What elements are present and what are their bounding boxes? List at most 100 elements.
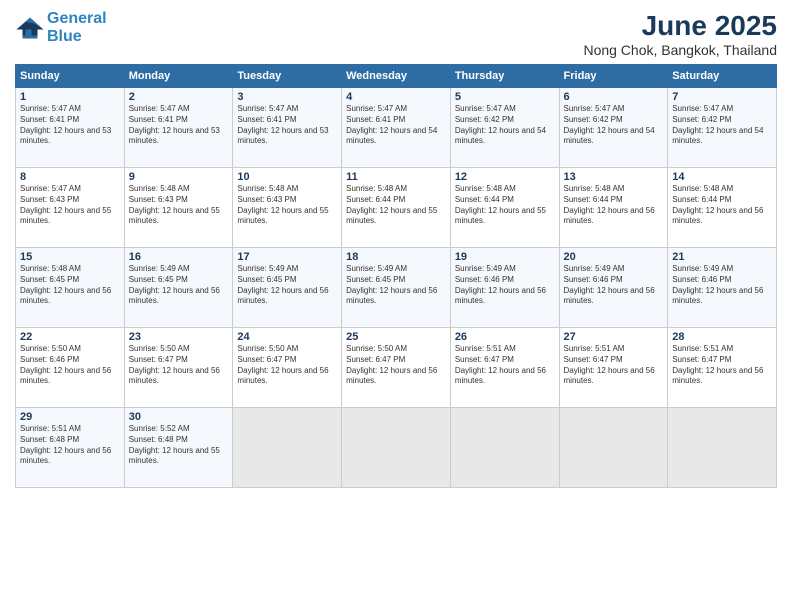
day-number: 7 (672, 91, 772, 103)
calendar-week-row: 15Sunrise: 5:48 AMSunset: 6:45 PMDayligh… (16, 248, 777, 328)
day-info: Sunrise: 5:49 AMSunset: 6:46 PMDaylight:… (672, 264, 772, 307)
title-block: June 2025 Nong Chok, Bangkok, Thailand (583, 10, 777, 58)
calendar-day-cell: 2Sunrise: 5:47 AMSunset: 6:41 PMDaylight… (124, 88, 233, 168)
calendar-day-cell: 16Sunrise: 5:49 AMSunset: 6:45 PMDayligh… (124, 248, 233, 328)
calendar-day-cell (342, 408, 451, 488)
calendar-day-cell: 28Sunrise: 5:51 AMSunset: 6:47 PMDayligh… (668, 328, 777, 408)
day-info: Sunrise: 5:50 AMSunset: 6:47 PMDaylight:… (346, 344, 446, 387)
day-number: 20 (564, 251, 664, 263)
day-number: 23 (129, 331, 229, 343)
day-info: Sunrise: 5:49 AMSunset: 6:45 PMDaylight:… (129, 264, 229, 307)
calendar-day-cell (559, 408, 668, 488)
calendar-day-cell: 19Sunrise: 5:49 AMSunset: 6:46 PMDayligh… (450, 248, 559, 328)
day-info: Sunrise: 5:48 AMSunset: 6:44 PMDaylight:… (672, 184, 772, 227)
logo: General Blue (15, 10, 107, 45)
calendar-day-cell: 1Sunrise: 5:47 AMSunset: 6:41 PMDaylight… (16, 88, 125, 168)
day-number: 10 (237, 171, 337, 183)
day-info: Sunrise: 5:51 AMSunset: 6:47 PMDaylight:… (455, 344, 555, 387)
calendar-day-cell: 29Sunrise: 5:51 AMSunset: 6:48 PMDayligh… (16, 408, 125, 488)
weekday-header-cell: Saturday (668, 65, 777, 88)
weekday-header-cell: Sunday (16, 65, 125, 88)
weekday-header-cell: Wednesday (342, 65, 451, 88)
day-number: 12 (455, 171, 555, 183)
day-number: 27 (564, 331, 664, 343)
day-number: 5 (455, 91, 555, 103)
day-info: Sunrise: 5:49 AMSunset: 6:46 PMDaylight:… (455, 264, 555, 307)
day-info: Sunrise: 5:47 AMSunset: 6:42 PMDaylight:… (672, 104, 772, 147)
calendar-day-cell: 3Sunrise: 5:47 AMSunset: 6:41 PMDaylight… (233, 88, 342, 168)
calendar-day-cell: 20Sunrise: 5:49 AMSunset: 6:46 PMDayligh… (559, 248, 668, 328)
day-info: Sunrise: 5:48 AMSunset: 6:44 PMDaylight:… (564, 184, 664, 227)
day-number: 8 (20, 171, 120, 183)
calendar-day-cell: 4Sunrise: 5:47 AMSunset: 6:41 PMDaylight… (342, 88, 451, 168)
day-info: Sunrise: 5:50 AMSunset: 6:47 PMDaylight:… (129, 344, 229, 387)
day-number: 22 (20, 331, 120, 343)
day-info: Sunrise: 5:48 AMSunset: 6:44 PMDaylight:… (455, 184, 555, 227)
day-info: Sunrise: 5:52 AMSunset: 6:48 PMDaylight:… (129, 424, 229, 467)
day-number: 24 (237, 331, 337, 343)
day-number: 11 (346, 171, 446, 183)
day-info: Sunrise: 5:47 AMSunset: 6:41 PMDaylight:… (129, 104, 229, 147)
day-number: 13 (564, 171, 664, 183)
day-number: 14 (672, 171, 772, 183)
logo-icon (15, 16, 45, 40)
calendar-day-cell: 24Sunrise: 5:50 AMSunset: 6:47 PMDayligh… (233, 328, 342, 408)
month-title: June 2025 (583, 10, 777, 42)
day-number: 21 (672, 251, 772, 263)
day-number: 1 (20, 91, 120, 103)
weekday-header-cell: Tuesday (233, 65, 342, 88)
day-info: Sunrise: 5:47 AMSunset: 6:41 PMDaylight:… (237, 104, 337, 147)
day-info: Sunrise: 5:47 AMSunset: 6:42 PMDaylight:… (455, 104, 555, 147)
calendar-body: 1Sunrise: 5:47 AMSunset: 6:41 PMDaylight… (16, 88, 777, 488)
day-info: Sunrise: 5:51 AMSunset: 6:48 PMDaylight:… (20, 424, 120, 467)
day-info: Sunrise: 5:47 AMSunset: 6:41 PMDaylight:… (20, 104, 120, 147)
calendar-day-cell (668, 408, 777, 488)
calendar-day-cell: 13Sunrise: 5:48 AMSunset: 6:44 PMDayligh… (559, 168, 668, 248)
day-number: 29 (20, 411, 120, 423)
day-info: Sunrise: 5:49 AMSunset: 6:45 PMDaylight:… (237, 264, 337, 307)
day-info: Sunrise: 5:47 AMSunset: 6:42 PMDaylight:… (564, 104, 664, 147)
day-number: 6 (564, 91, 664, 103)
day-number: 30 (129, 411, 229, 423)
weekday-header-cell: Monday (124, 65, 233, 88)
day-info: Sunrise: 5:50 AMSunset: 6:46 PMDaylight:… (20, 344, 120, 387)
day-number: 2 (129, 91, 229, 103)
day-number: 4 (346, 91, 446, 103)
weekday-header-row: SundayMondayTuesdayWednesdayThursdayFrid… (16, 65, 777, 88)
day-info: Sunrise: 5:51 AMSunset: 6:47 PMDaylight:… (564, 344, 664, 387)
day-number: 9 (129, 171, 229, 183)
calendar-week-row: 8Sunrise: 5:47 AMSunset: 6:43 PMDaylight… (16, 168, 777, 248)
calendar-day-cell: 8Sunrise: 5:47 AMSunset: 6:43 PMDaylight… (16, 168, 125, 248)
day-number: 16 (129, 251, 229, 263)
calendar-week-row: 29Sunrise: 5:51 AMSunset: 6:48 PMDayligh… (16, 408, 777, 488)
day-info: Sunrise: 5:49 AMSunset: 6:45 PMDaylight:… (346, 264, 446, 307)
day-number: 18 (346, 251, 446, 263)
day-number: 26 (455, 331, 555, 343)
calendar-day-cell: 17Sunrise: 5:49 AMSunset: 6:45 PMDayligh… (233, 248, 342, 328)
calendar-table: SundayMondayTuesdayWednesdayThursdayFrid… (15, 64, 777, 488)
weekday-header-cell: Thursday (450, 65, 559, 88)
calendar-day-cell: 6Sunrise: 5:47 AMSunset: 6:42 PMDaylight… (559, 88, 668, 168)
day-number: 25 (346, 331, 446, 343)
calendar-week-row: 1Sunrise: 5:47 AMSunset: 6:41 PMDaylight… (16, 88, 777, 168)
day-number: 28 (672, 331, 772, 343)
calendar-day-cell: 7Sunrise: 5:47 AMSunset: 6:42 PMDaylight… (668, 88, 777, 168)
calendar-day-cell: 14Sunrise: 5:48 AMSunset: 6:44 PMDayligh… (668, 168, 777, 248)
location-text: Nong Chok, Bangkok, Thailand (583, 42, 777, 58)
day-number: 19 (455, 251, 555, 263)
calendar-day-cell (450, 408, 559, 488)
calendar-day-cell: 22Sunrise: 5:50 AMSunset: 6:46 PMDayligh… (16, 328, 125, 408)
calendar-day-cell: 25Sunrise: 5:50 AMSunset: 6:47 PMDayligh… (342, 328, 451, 408)
day-info: Sunrise: 5:48 AMSunset: 6:44 PMDaylight:… (346, 184, 446, 227)
weekday-header-cell: Friday (559, 65, 668, 88)
calendar-container: General Blue June 2025 Nong Chok, Bangko… (0, 0, 792, 498)
day-info: Sunrise: 5:48 AMSunset: 6:45 PMDaylight:… (20, 264, 120, 307)
day-info: Sunrise: 5:49 AMSunset: 6:46 PMDaylight:… (564, 264, 664, 307)
calendar-day-cell: 27Sunrise: 5:51 AMSunset: 6:47 PMDayligh… (559, 328, 668, 408)
calendar-day-cell: 30Sunrise: 5:52 AMSunset: 6:48 PMDayligh… (124, 408, 233, 488)
calendar-day-cell: 5Sunrise: 5:47 AMSunset: 6:42 PMDaylight… (450, 88, 559, 168)
day-info: Sunrise: 5:48 AMSunset: 6:43 PMDaylight:… (129, 184, 229, 227)
day-info: Sunrise: 5:47 AMSunset: 6:41 PMDaylight:… (346, 104, 446, 147)
calendar-day-cell: 9Sunrise: 5:48 AMSunset: 6:43 PMDaylight… (124, 168, 233, 248)
calendar-day-cell: 10Sunrise: 5:48 AMSunset: 6:43 PMDayligh… (233, 168, 342, 248)
